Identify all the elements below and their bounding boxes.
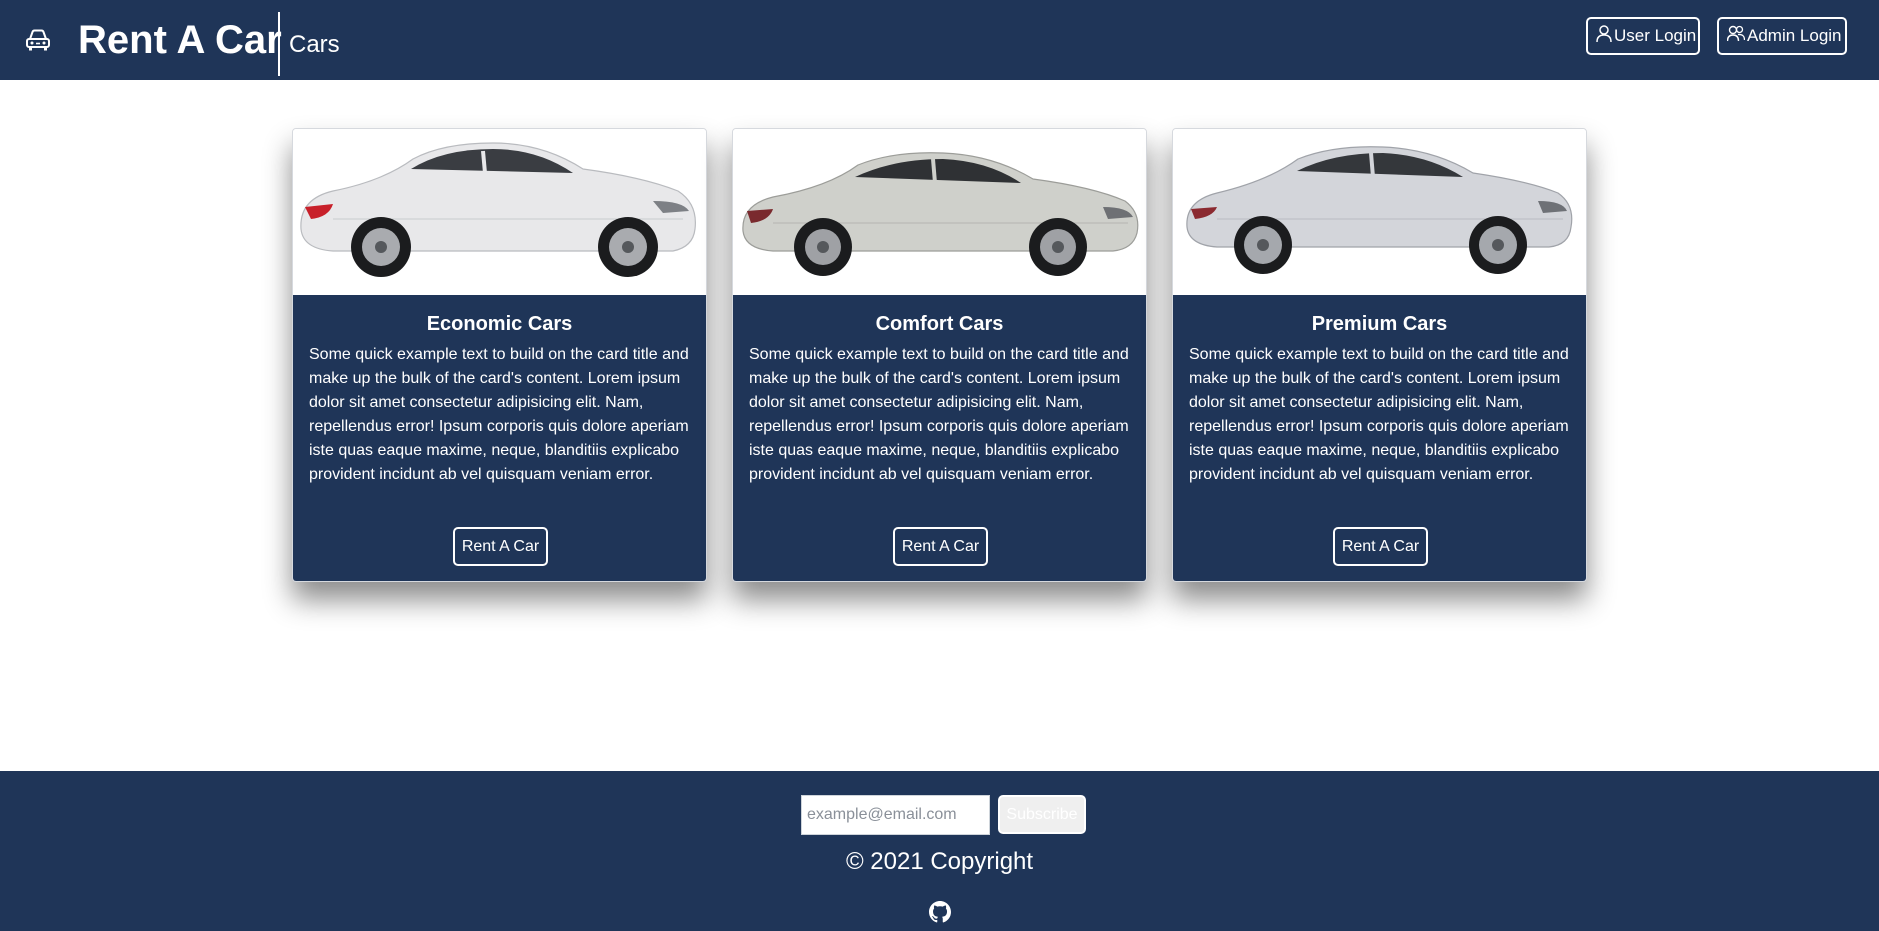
people-icon (1726, 25, 1747, 48)
white-sedan-car-image (293, 129, 706, 295)
card-comfort-cars: Comfort Cars Some quick example text to … (732, 128, 1147, 582)
card-text: Some quick example text to build on the … (749, 346, 1129, 483)
brand-divider (278, 12, 280, 76)
card-text: Some quick example text to build on the … (309, 346, 689, 483)
card-title: Comfort Cars (875, 313, 1004, 335)
footer: Subscribe © 2021 Copyright (0, 771, 1879, 931)
card-body: Comfort Cars Some quick example text to … (733, 295, 1146, 581)
email-input[interactable] (801, 795, 990, 835)
github-icon[interactable] (929, 901, 951, 923)
user-login-button[interactable]: User Login (1586, 17, 1700, 55)
brand-title[interactable]: Rent A Car (78, 14, 282, 66)
silver-premium-sedan-car-image (1173, 129, 1586, 295)
card-title: Economic Cars (426, 313, 573, 335)
rent-a-car-button[interactable]: Rent A Car (893, 527, 988, 566)
card-premium-cars: Premium Cars Some quick example text to … (1172, 128, 1587, 582)
rent-a-car-button[interactable]: Rent A Car (1333, 527, 1428, 566)
card-economic-cars: Economic Cars Some quick example text to… (292, 128, 707, 582)
navbar: Rent A Car Cars User Login Admin Login (0, 0, 1879, 80)
card-body: Premium Cars Some quick example text to … (1173, 295, 1586, 581)
card-body: Economic Cars Some quick example text to… (293, 295, 706, 581)
subscribe-button[interactable]: Subscribe (998, 795, 1086, 834)
car-icon (24, 27, 52, 53)
admin-login-label: Admin Login (1747, 26, 1842, 45)
page-subtitle: Cars (289, 31, 340, 58)
copyright-text: © 2021 Copyright (845, 848, 1034, 875)
rent-a-car-button[interactable]: Rent A Car (453, 527, 548, 566)
card-text: Some quick example text to build on the … (1189, 346, 1569, 483)
card-title: Premium Cars (1311, 313, 1448, 335)
silver-sedan-car-image (733, 129, 1146, 295)
user-login-label: User Login (1614, 26, 1697, 45)
person-icon (1596, 24, 1614, 48)
admin-login-button[interactable]: Admin Login (1717, 17, 1847, 55)
